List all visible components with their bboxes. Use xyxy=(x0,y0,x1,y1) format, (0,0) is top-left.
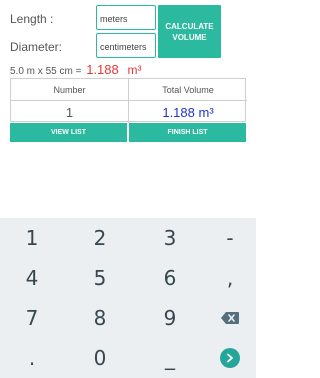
key-1[interactable]: 1 xyxy=(0,218,64,258)
backspace-key[interactable] xyxy=(198,298,262,338)
numeric-keyboard: 1 2 3 - 4 5 6 , 7 8 9 . 0 _ xyxy=(0,218,256,378)
key-underscore[interactable]: _ xyxy=(138,338,202,378)
key-9[interactable]: 9 xyxy=(138,298,202,338)
calculate-label-line1: CALCULATE xyxy=(165,21,214,31)
diameter-input[interactable]: centimeters xyxy=(96,33,156,58)
key-comma[interactable]: , xyxy=(198,258,262,298)
result-formula: 5.0 m x 55 cm = 1.188 m³ xyxy=(10,62,142,77)
summary-table: Number Total Volume 1 1.188 m³ xyxy=(10,78,247,123)
calculate-label-line2: VOLUME xyxy=(172,32,207,42)
header-number: Number xyxy=(53,84,86,95)
view-list-button[interactable]: VIEW LIST xyxy=(10,123,127,142)
length-input[interactable]: meters xyxy=(96,5,156,30)
key-3[interactable]: 3 xyxy=(138,218,202,258)
key-period[interactable]: . xyxy=(0,338,64,378)
key-4[interactable]: 4 xyxy=(0,258,64,298)
finish-list-button[interactable]: FINISH LIST xyxy=(129,123,246,142)
go-arrow-icon xyxy=(220,348,240,368)
key-2[interactable]: 2 xyxy=(68,218,132,258)
key-6[interactable]: 6 xyxy=(138,258,202,298)
volume-unit: m³ xyxy=(127,63,142,77)
length-label: Length : xyxy=(10,12,54,26)
backspace-icon xyxy=(221,312,239,324)
key-5[interactable]: 5 xyxy=(68,258,132,298)
key-0[interactable]: 0 xyxy=(68,338,132,378)
total-volume-value: 1.188 m³ xyxy=(162,104,214,120)
key-minus[interactable]: - xyxy=(198,218,262,258)
key-8[interactable]: 8 xyxy=(68,298,132,338)
volume-result: 1.188 xyxy=(86,62,119,77)
calculate-volume-button[interactable]: CALCULATE VOLUME xyxy=(158,5,221,58)
header-total-volume: Total Volume xyxy=(162,84,214,95)
key-7[interactable]: 7 xyxy=(0,298,64,338)
diameter-label: Diameter: xyxy=(10,40,63,54)
number-value: 1 xyxy=(65,104,74,120)
formula-text: 5.0 m x 55 cm = xyxy=(10,66,82,77)
go-key[interactable] xyxy=(198,338,262,378)
